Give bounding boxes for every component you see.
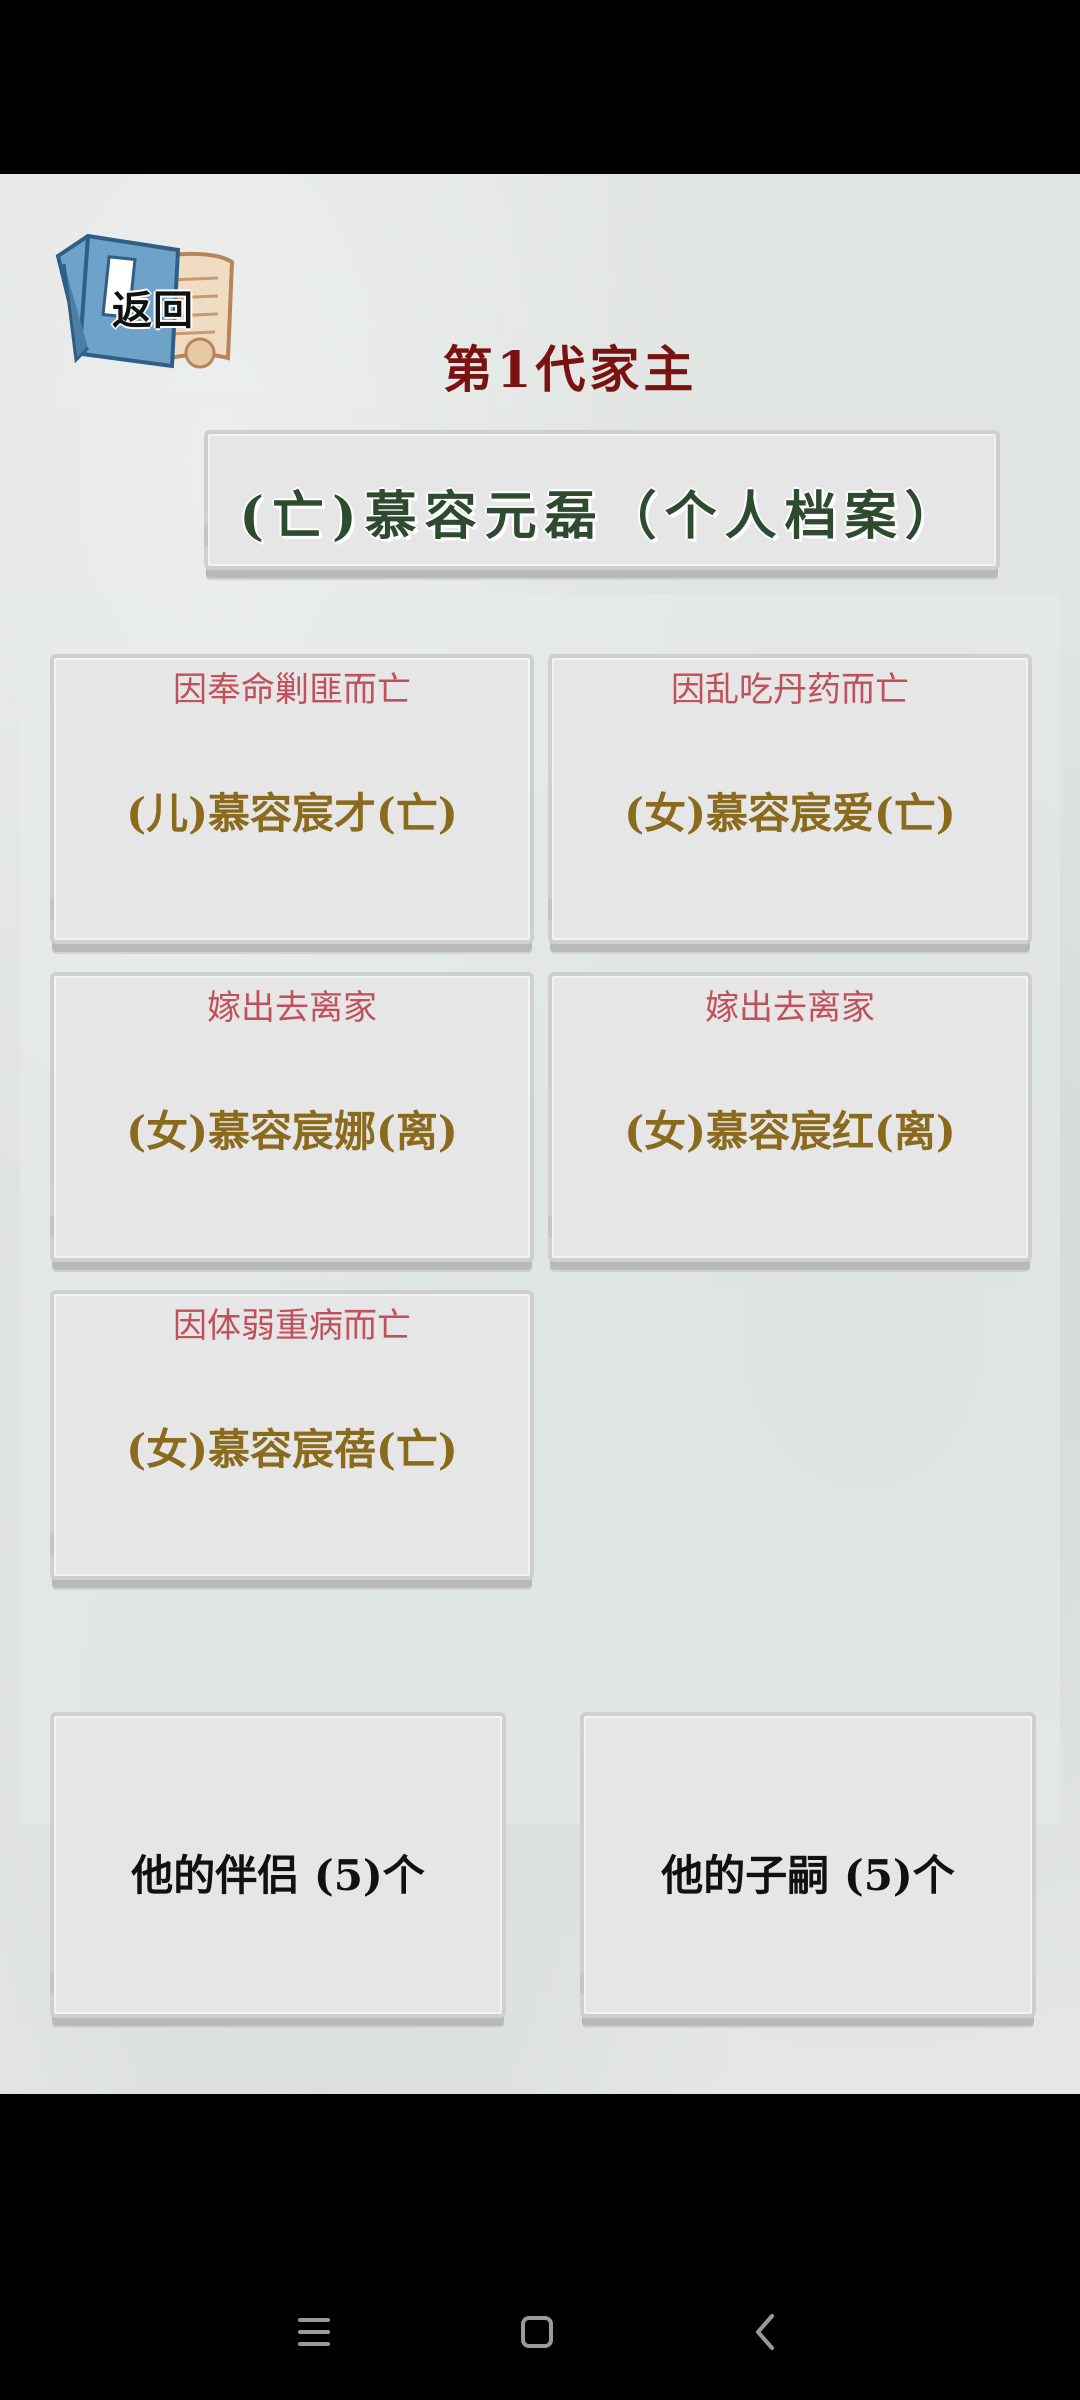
child-card[interactable]: 因奉命剿匪而亡 (儿)慕容宸才(亡) xyxy=(50,654,534,944)
menu-icon[interactable] xyxy=(284,2302,344,2362)
partners-button[interactable]: 他的伴侣 (5)个 xyxy=(50,1712,506,2018)
profile-title: (亡)慕容元磊（个人档案） xyxy=(239,486,965,547)
child-status-reason: 嫁出去离家 xyxy=(207,988,377,1028)
child-card[interactable]: 因体弱重病而亡 (女)慕容宸蓓(亡) xyxy=(50,1290,534,1580)
heirs-label: 他的子嗣 (5)个 xyxy=(661,1851,955,1900)
chevron-left-icon[interactable] xyxy=(736,2302,796,2362)
home-square-icon[interactable] xyxy=(507,2302,567,2362)
child-card[interactable]: 嫁出去离家 (女)慕容宸娜(离) xyxy=(50,972,534,1262)
profile-card[interactable]: (亡)慕容元磊（个人档案） xyxy=(204,430,1000,570)
child-status-reason: 因体弱重病而亡 xyxy=(173,1306,411,1346)
child-card[interactable]: 嫁出去离家 (女)慕容宸红(离) xyxy=(548,972,1032,1262)
child-status-reason: 嫁出去离家 xyxy=(705,988,875,1028)
child-card[interactable]: 因乱吃丹药而亡 (女)慕容宸爱(亡) xyxy=(548,654,1032,944)
child-status-reason: 因奉命剿匪而亡 xyxy=(173,670,411,710)
generation-title: 第1代家主 xyxy=(442,340,698,399)
child-status-reason: 因乱吃丹药而亡 xyxy=(671,670,909,710)
partners-label: 他的伴侣 (5)个 xyxy=(131,1851,425,1900)
child-name: (女)慕容宸蓓(亡) xyxy=(126,1425,458,1474)
heirs-button[interactable]: 他的子嗣 (5)个 xyxy=(580,1712,1036,2018)
child-name: (女)慕容宸爱(亡) xyxy=(624,789,956,838)
back-label: 返回 xyxy=(112,288,194,334)
navigation-bar xyxy=(0,2094,1080,2400)
game-area: 返回 第1代家主 (亡)慕容元磊（个人档案） 因奉命剿匪而亡 (儿)慕容宸才(亡… xyxy=(0,174,1080,2094)
child-name: (女)慕容宸红(离) xyxy=(624,1107,956,1156)
child-name: (女)慕容宸娜(离) xyxy=(126,1107,458,1156)
child-name: (儿)慕容宸才(亡) xyxy=(126,789,458,838)
status-bar xyxy=(0,0,1080,174)
